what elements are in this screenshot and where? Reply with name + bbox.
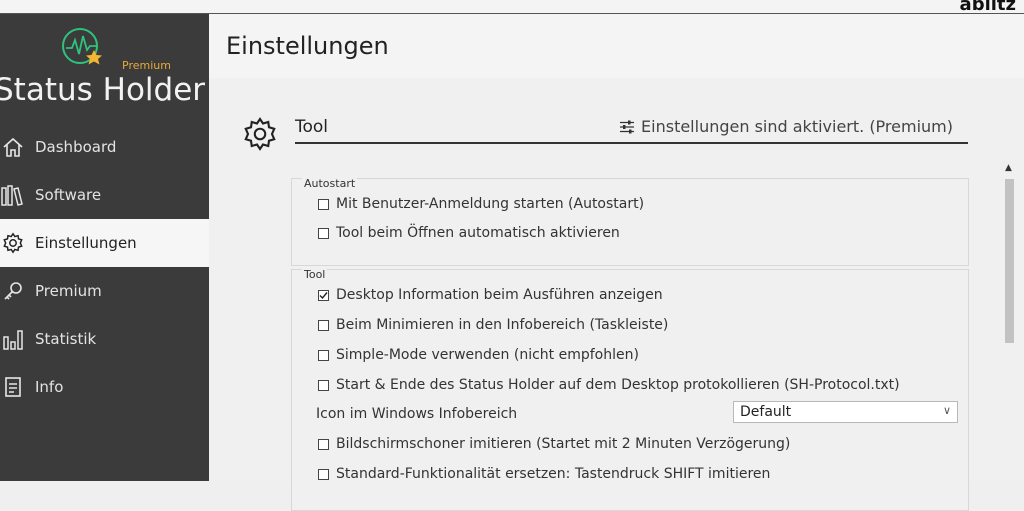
sidebar-item-label: Statistik xyxy=(35,330,97,348)
group-legend: Autostart xyxy=(302,177,358,190)
section-header: Tool Einstellungen sind aktiviert. (Prem… xyxy=(295,116,968,144)
checkbox-protocol[interactable]: Start & Ende des Status Holder auf dem D… xyxy=(318,377,900,393)
gear-icon xyxy=(0,226,30,260)
checkbox-label: Mit Benutzer-Anmeldung starten (Autostar… xyxy=(336,196,645,212)
page-header: Einstellungen xyxy=(209,14,1024,78)
icon-select-value: Default xyxy=(740,404,792,420)
section-status-text: Einstellungen sind aktiviert. (Premium) xyxy=(641,117,953,136)
key-icon xyxy=(0,274,30,308)
checkbox-box[interactable] xyxy=(318,198,329,210)
sidebar-item-premium[interactable]: Premium xyxy=(0,267,209,315)
checkbox-autostart-login[interactable]: Mit Benutzer-Anmeldung starten (Autostar… xyxy=(318,196,644,212)
checkbox-box[interactable] xyxy=(318,349,329,361)
home-icon xyxy=(0,130,30,164)
icon-setting-label: Icon im Windows Infobereich xyxy=(316,406,518,422)
checkbox-simple-mode[interactable]: Simple-Mode verwenden (nicht empfohlen) xyxy=(318,347,639,363)
books-icon xyxy=(0,178,30,212)
settings-content: Tool Einstellungen sind aktiviert. (Prem… xyxy=(209,78,1024,511)
section-title: Tool xyxy=(295,117,329,137)
checkbox-desktop-info[interactable]: Desktop Information beim Ausführen anzei… xyxy=(318,287,663,303)
checkbox-label: Tool beim Öffnen automatisch aktivieren xyxy=(336,225,620,241)
scroll-up-icon[interactable]: ▲ xyxy=(1005,163,1012,173)
chevron-down-icon: ∨ xyxy=(942,404,951,417)
app-logo-icon xyxy=(62,28,102,65)
checkbox-minimize-tray[interactable]: Beim Minimieren in den Infobereich (Task… xyxy=(318,317,668,333)
checkbox-box[interactable] xyxy=(318,227,329,239)
checkbox-label: Standard-Funktionalität ersetzen: Tasten… xyxy=(336,466,771,482)
sidebar-item-software[interactable]: Software xyxy=(0,171,209,219)
checkbox-shift-imitate[interactable]: Standard-Funktionalität ersetzen: Tasten… xyxy=(318,466,770,482)
vertical-scrollbar[interactable]: ▲ xyxy=(1003,163,1016,481)
sidebar-item-label: Dashboard xyxy=(35,138,117,156)
checkbox-box[interactable] xyxy=(318,319,329,331)
group-autostart: Autostart Mit Benutzer-Anmeldung starten… xyxy=(291,177,969,266)
checkbox-box[interactable] xyxy=(318,289,329,301)
sidebar: Premium Status Holder Dashboard Software… xyxy=(0,14,209,481)
checkmark-icon xyxy=(319,291,328,299)
page-title: Einstellungen xyxy=(226,32,389,60)
sidebar-item-einstellungen[interactable]: Einstellungen xyxy=(0,219,209,267)
section-status[interactable]: Einstellungen sind aktiviert. (Premium) xyxy=(619,117,953,136)
sliders-icon xyxy=(620,120,635,133)
checkbox-label: Simple-Mode verwenden (nicht empfohlen) xyxy=(336,347,639,363)
sidebar-item-dashboard[interactable]: Dashboard xyxy=(0,123,209,171)
checkbox-label: Desktop Information beim Ausführen anzei… xyxy=(336,287,663,303)
sidebar-item-label: Info xyxy=(35,378,64,396)
scrollbar-thumb[interactable] xyxy=(1005,179,1014,343)
checkbox-label: Bildschirmschoner imitieren (Startet mit… xyxy=(336,436,791,452)
brand-text: ablitz xyxy=(959,0,1016,14)
group-legend: Tool xyxy=(302,268,328,281)
checkbox-auto-activate[interactable]: Tool beim Öffnen automatisch aktivieren xyxy=(318,225,620,241)
sidebar-item-statistik[interactable]: Statistik xyxy=(0,315,209,363)
checkbox-label: Start & Ende des Status Holder auf dem D… xyxy=(336,377,900,393)
settings-gear-icon xyxy=(244,117,276,151)
icon-select[interactable]: Default ∨ xyxy=(733,401,958,423)
app-title: Status Holder xyxy=(0,72,206,108)
group-tool: Tool Desktop Information beim Ausführen … xyxy=(291,268,969,511)
top-strip: ablitz xyxy=(0,0,1024,14)
checkbox-screensaver[interactable]: Bildschirmschoner imitieren (Startet mit… xyxy=(318,436,790,452)
sidebar-nav: Dashboard Software Einstellungen Premium… xyxy=(0,123,209,411)
bar-chart-icon xyxy=(0,322,30,356)
sidebar-item-label: Premium xyxy=(35,282,102,300)
checkbox-box[interactable] xyxy=(318,468,329,480)
checkbox-box[interactable] xyxy=(318,438,329,450)
sidebar-item-label: Einstellungen xyxy=(35,234,137,252)
checkbox-label: Beim Minimieren in den Infobereich (Task… xyxy=(336,317,669,333)
premium-tag: Premium xyxy=(122,59,171,72)
sidebar-item-label: Software xyxy=(35,186,102,204)
sidebar-item-info[interactable]: Info xyxy=(0,363,209,411)
checkbox-box[interactable] xyxy=(318,379,329,391)
document-icon xyxy=(0,370,30,404)
